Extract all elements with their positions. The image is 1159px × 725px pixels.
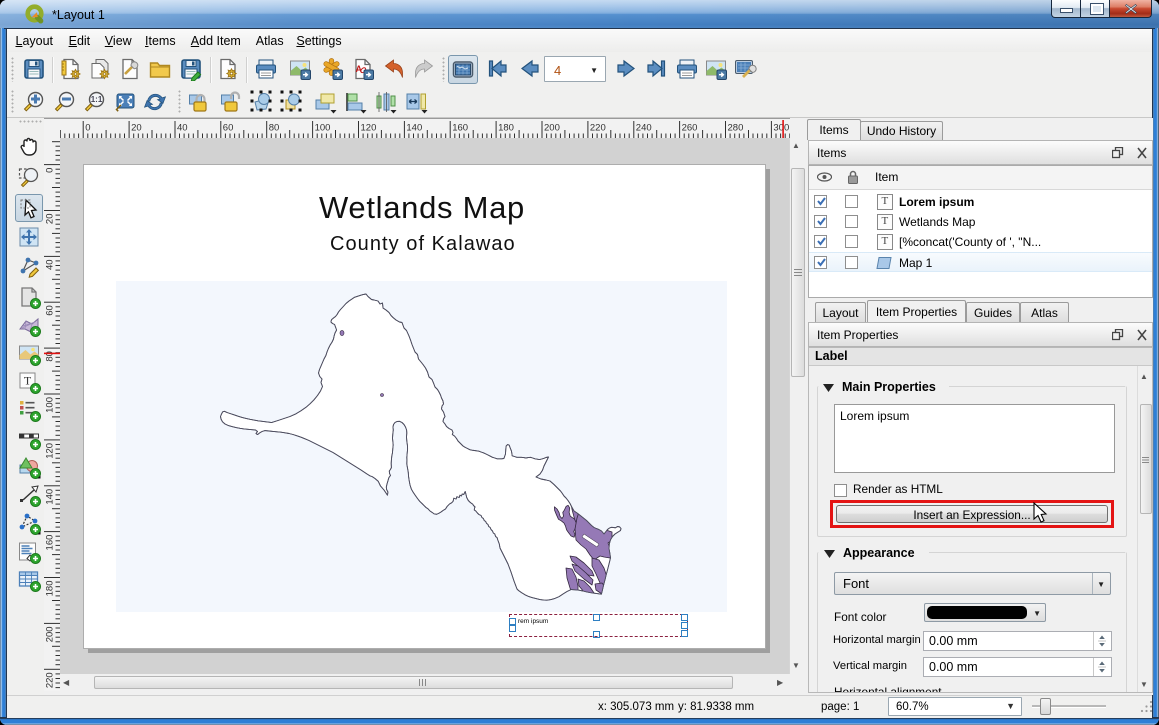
svg-text:160: 160 [452, 123, 468, 134]
svg-text:20: 20 [131, 123, 142, 134]
svg-text:300: 300 [773, 123, 789, 134]
svg-text:220: 220 [45, 672, 56, 688]
svg-text:40: 40 [177, 123, 188, 134]
svg-text:280: 280 [728, 123, 744, 134]
svg-text:160: 160 [45, 535, 56, 551]
svg-text:0: 0 [85, 123, 90, 134]
svg-text:240: 240 [636, 123, 652, 134]
svg-text:180: 180 [498, 123, 514, 134]
svg-text:260: 260 [682, 123, 698, 134]
svg-text:60: 60 [45, 305, 56, 316]
svg-text:140: 140 [45, 489, 56, 505]
svg-text:0: 0 [45, 168, 56, 173]
svg-text:120: 120 [361, 123, 377, 134]
svg-text:180: 180 [45, 581, 56, 597]
svg-text:60: 60 [223, 123, 234, 134]
svg-text:220: 220 [590, 123, 606, 134]
svg-text:80: 80 [269, 123, 280, 134]
svg-text:1:1: 1:1 [91, 95, 103, 104]
svg-text:200: 200 [45, 626, 56, 642]
svg-text:T: T [24, 374, 32, 388]
svg-text:140: 140 [406, 123, 422, 134]
svg-text:120: 120 [45, 443, 56, 459]
svg-text:200: 200 [544, 123, 560, 134]
svg-text:40: 40 [45, 259, 56, 270]
svg-text:20: 20 [45, 214, 56, 225]
svg-text:100: 100 [315, 123, 331, 134]
svg-text:100: 100 [45, 397, 56, 413]
